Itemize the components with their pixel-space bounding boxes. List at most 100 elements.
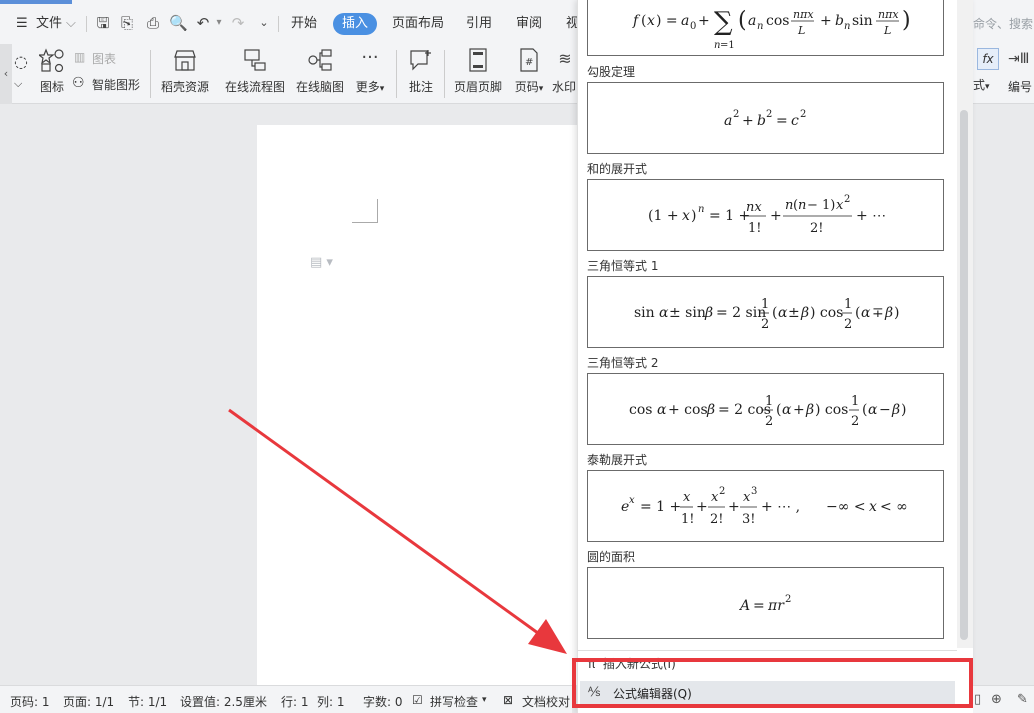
formula-item-binomial[interactable]: (1 + x ) n = 1 + nx 1! + n ( n − 1) x 2 … [587,179,944,251]
formula-label-pythagorean: 勾股定理 [587,65,636,79]
svg-text:a: a [748,13,756,29]
svg-text:1!: 1! [748,221,762,236]
status-word-count[interactable]: 字数: 0 [363,693,403,710]
customize-dropdown-icon[interactable]: ⌄ [255,14,273,32]
svg-text:x: x [629,495,635,506]
layout-icon[interactable]: ▯ [974,692,981,707]
tab-page-layout[interactable]: 页面布局 [392,14,444,34]
comment-button[interactable]: 批注 [404,44,438,104]
formula-item-trig1[interactable]: sin α ± sin β = 2 sin 1 2 ( α ± β ) cos … [587,276,944,348]
formula-item-pythagorean[interactable]: a 2 + b 2 = c 2 [587,82,944,154]
smart-graphic-icon[interactable]: ⚇ [72,75,85,91]
svg-text:− 1): − 1) [807,198,835,213]
shape-dropdown-icon[interactable]: ⌵ [14,77,22,91]
proofread-icon[interactable]: ⊠ [503,693,513,707]
search-hint[interactable]: 命令、搜索 [973,15,1033,32]
svg-text:+ ⋯ ,: + ⋯ , [761,499,800,515]
svg-text:(: ( [641,13,646,29]
svg-text:(1 +: (1 + [648,208,679,224]
page-number-icon: # [520,48,538,72]
formula-item-fourier[interactable]: f ( x ) = a 0 + ∑ n =1 ( a n cos nπx L +… [587,0,944,56]
icons-icon [39,48,64,72]
proofread-button[interactable]: 文档校对 [522,693,570,710]
redo-icon[interactable]: ↷ [229,14,247,32]
svg-text:0: 0 [690,21,696,32]
svg-text:α: α [657,402,667,418]
undo-dropdown-icon[interactable]: ▾ [210,14,228,32]
svg-text:b: b [757,113,766,129]
formula-item-circle-area[interactable]: A = πr 2 [587,567,944,639]
numbering-icon: ⇥Ⅲ [1008,51,1030,67]
watermark-label: 水印 [552,80,577,94]
tab-home[interactable]: 开始 [291,14,317,34]
icons-button[interactable]: 图标 [36,44,68,104]
svg-text:x: x [836,198,844,213]
formula-item-taylor[interactable]: e x = 1 + x 1! + x 2 2! + x 3 3! + ⋯ , −… [587,470,944,542]
divider [577,650,957,651]
hamburger-icon[interactable]: ☰ [16,14,28,34]
formula-item-trig2[interactable]: cos α + cos β = 2 cos 1 2 ( α + β ) cos … [587,373,944,445]
svg-text:α: α [861,305,871,321]
smart-graphic-button[interactable]: 智能图形 [92,76,140,93]
chart-label[interactable]: 图表 [92,50,116,67]
print-icon[interactable]: ⎙ [144,14,162,32]
save-icon[interactable]: 🖫 [94,14,112,32]
docer-resources-button[interactable]: 稻壳资源 [158,44,212,104]
document-page[interactable] [257,125,587,685]
export-icon[interactable]: ⎘ [118,14,136,32]
svg-text:=: = [753,598,765,614]
svg-text:α: α [778,305,788,321]
spell-check-button[interactable]: 拼写检查 [430,693,478,710]
ribbon-scroll-left-icon[interactable]: ‹ [0,44,12,104]
formula-button[interactable]: fx 式▾ [973,44,1003,104]
tab-insert[interactable]: 插入 [333,13,377,35]
svg-text:= 2 sin: = 2 sin [716,305,766,321]
more-button[interactable]: ··· 更多▾ [350,44,390,104]
chart-icon[interactable]: ▥ [74,50,85,64]
chevron-down-icon[interactable]: ⌵ [66,14,76,34]
svg-text:β: β [800,305,809,321]
svg-text:n: n [698,204,704,215]
svg-text:2: 2 [800,109,806,120]
svg-text:3: 3 [751,486,757,497]
paragraph-corner-mark [352,199,378,223]
online-flowchart-button[interactable]: 在线流程图 [222,44,288,104]
header-footer-label: 页眉页脚 [453,80,502,94]
globe-icon[interactable]: ⊕ [991,692,1002,707]
header-footer-button[interactable]: 页眉页脚 [452,44,504,104]
svg-text:x: x [869,499,877,515]
svg-text:): ) [902,8,911,33]
numbering-button[interactable]: ⇥Ⅲ 编号 [1008,44,1034,104]
checkbox-icon[interactable]: ☑ [412,693,423,707]
formula-label-trig1: 三角恒等式 1 [587,259,659,273]
fourier-formula: f ( x ) = a 0 + ∑ n =1 ( a n cos nπx L +… [632,7,911,51]
svg-text:(: ( [855,305,860,321]
status-pages[interactable]: 页面: 1/1 [63,693,114,710]
paste-options-icon[interactable]: ▤ ▾ [310,255,333,270]
svg-text:x: x [682,208,690,224]
tab-review[interactable]: 审阅 [516,14,542,34]
print-preview-icon[interactable]: 🔍 [169,14,188,32]
svg-text:1: 1 [844,297,852,312]
svg-text:) =: ) = [656,13,678,29]
page-number-label: 页码▾ [514,80,544,94]
status-setting-value[interactable]: 设置值: 2.5厘米 [180,693,267,710]
status-column: 列: 1 [317,695,345,709]
page-number-button[interactable]: # 页码▾ [510,44,548,104]
formula-label-circle-area: 圆的面积 [587,550,636,564]
comment-label: 批注 [408,80,433,94]
pen-icon[interactable]: ✎ [1017,692,1028,707]
spell-check-dropdown-icon[interactable]: ▾ [482,695,487,705]
online-mindmap-button[interactable]: 在线脑图 [292,44,348,104]
file-menu[interactable]: 文件 [36,14,62,34]
tab-references[interactable]: 引用 [466,14,492,34]
svg-text:a: a [681,13,689,29]
watermark-button[interactable]: ≋ 水印 [552,44,578,104]
svg-text:2: 2 [761,317,769,332]
formula-label: 式▾ [973,78,990,92]
svg-text:sin: sin [852,13,873,29]
panel-scrollbar-thumb[interactable] [960,110,968,640]
highlight-box [572,658,973,708]
trig-identity-2-formula: cos α + cos β = 2 cos 1 2 ( α + β ) cos … [629,394,906,429]
shape-icon[interactable]: ◌ [14,52,28,71]
